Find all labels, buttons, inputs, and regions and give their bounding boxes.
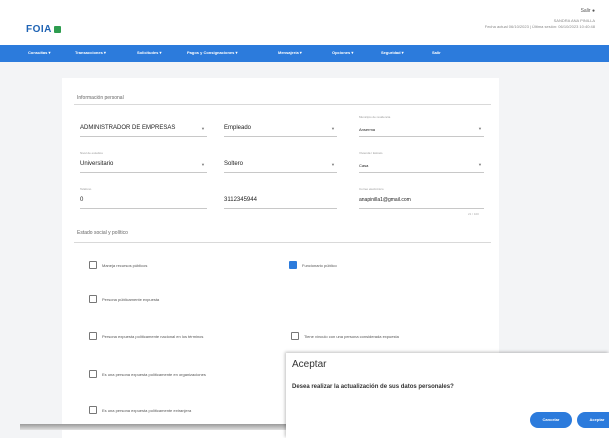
phone-field[interactable]: Teléfono 0 <box>80 187 207 209</box>
pep-national-checkbox[interactable] <box>89 332 97 340</box>
chevron-down-icon: ▼ <box>478 162 482 167</box>
logo-mark-icon <box>53 25 61 33</box>
user-icon: ● <box>591 8 595 14</box>
main-nav: Consultas ▾ Transacciones ▾ Solicitudes … <box>0 45 609 62</box>
nav-pagos[interactable]: Pagos y Consignaciones ▾ <box>187 50 237 55</box>
public-exposed-label: Persona públicamente expuesta <box>102 297 160 302</box>
pep-link-label: Tiene vínculo con una persona considerad… <box>304 334 399 339</box>
mobile-field[interactable]: 3112345944 <box>224 192 337 209</box>
email-char-counter: 21 / 100 <box>468 212 479 216</box>
nav-opciones[interactable]: Opciones ▾ <box>332 50 353 55</box>
pep-foreign-checkbox[interactable] <box>89 406 97 414</box>
cancel-button[interactable]: Cancelar <box>530 412 572 428</box>
nav-solicitudes[interactable]: Solicitudes ▾ <box>137 50 161 55</box>
logout-label: Salir <box>580 8 591 14</box>
public-resources-label: Maneja recursos públicos <box>102 263 148 268</box>
profession-select[interactable]: ADMINISTRADOR DE EMPRESAS ▼ <box>80 120 207 137</box>
chevron-down-icon: ▼ <box>478 126 482 131</box>
app-header: FOIA Salir ● SANDRA ANA PINILLA Fecha ac… <box>0 0 609 45</box>
chevron-down-icon: ▼ <box>201 162 205 167</box>
divider <box>74 104 491 105</box>
logo-text: FOIA <box>26 24 52 35</box>
session-info: Fecha actual 06/10/2023 | Última sesión:… <box>484 24 595 29</box>
user-info: SANDRA ANA PINILLA Fecha actual 06/10/20… <box>485 18 595 30</box>
municipality-select[interactable]: Municipio de residencia Anserma ▼ <box>359 115 484 137</box>
pep-national-label: Persona expuesta políticamente nacional … <box>102 334 204 339</box>
nav-seguridad[interactable]: Seguridad ▾ <box>381 50 404 55</box>
nav-transacciones[interactable]: Transacciones ▾ <box>75 50 106 55</box>
marital-status-select[interactable]: Soltero ▼ <box>224 156 337 173</box>
nav-consultas[interactable]: Consultas ▾ <box>28 50 50 55</box>
brand-logo[interactable]: FOIA <box>26 24 61 35</box>
logout-link[interactable]: Salir ● <box>581 8 595 14</box>
housing-select[interactable]: Vivienda / Estrato Casa ▼ <box>359 151 484 173</box>
nav-salir[interactable]: Salir <box>432 50 441 55</box>
chevron-down-icon: ▼ <box>201 126 205 131</box>
social-status-title: Estado social y político <box>77 230 128 236</box>
confirm-dialog: Aceptar Desea realizar la actualización … <box>286 353 609 438</box>
pep-foreign-label: Es una persona expuesta políticamente ex… <box>102 408 192 413</box>
chevron-down-icon: ▼ <box>331 126 335 131</box>
email-field[interactable]: Correo electrónico anapinilla1@gmail.com <box>359 187 484 209</box>
pep-org-checkbox[interactable] <box>89 370 97 378</box>
public-resources-checkbox[interactable] <box>89 261 97 269</box>
pep-org-label: Es una persona expuesta políticamente en… <box>102 372 206 377</box>
chevron-down-icon: ▼ <box>331 162 335 167</box>
personal-info-title: Información personal <box>77 95 124 101</box>
dialog-title: Aceptar <box>292 359 327 370</box>
scroll-shadow <box>20 424 286 430</box>
divider <box>74 242 491 243</box>
public-exposed-checkbox[interactable] <box>89 295 97 303</box>
accept-button[interactable]: Aceptar <box>577 412 609 428</box>
dialog-message: Desea realizar la actualización de sus d… <box>292 384 454 390</box>
public-official-label: Funcionario público <box>302 263 337 268</box>
public-official-checkbox[interactable] <box>289 261 297 269</box>
nav-mensajeria[interactable]: Mensajería ▾ <box>278 50 302 55</box>
occupation-select[interactable]: Empleado ▼ <box>224 120 337 137</box>
education-select[interactable]: Nivel de estudios Universitario ▼ <box>80 151 207 173</box>
pep-link-checkbox[interactable] <box>291 332 299 340</box>
